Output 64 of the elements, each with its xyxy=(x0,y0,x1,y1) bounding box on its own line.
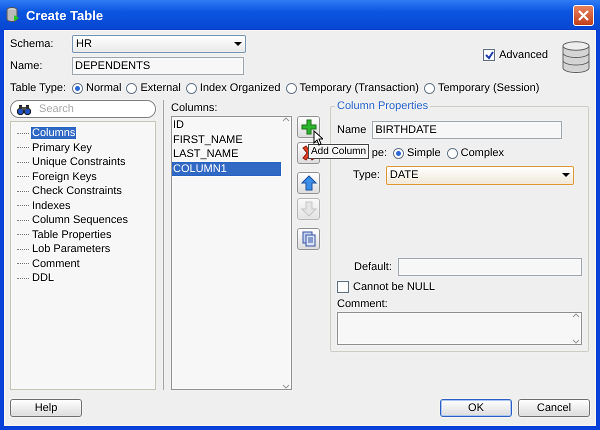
check-icon xyxy=(484,50,494,60)
tree-item[interactable]: Lob Parameters xyxy=(31,243,112,256)
close-button[interactable] xyxy=(573,4,594,26)
close-icon xyxy=(578,10,589,20)
list-item[interactable]: LAST_NAME xyxy=(172,147,281,162)
toolbar-button[interactable] xyxy=(297,172,320,194)
radio-button[interactable]: Index Organized xyxy=(186,82,281,94)
field-label: Table Type: xyxy=(10,82,68,94)
dropdown-arrow-icon xyxy=(234,42,242,46)
field-label: Schema: xyxy=(10,38,54,50)
database-icon xyxy=(562,41,590,74)
column-name-field[interactable]: BIRTHDATE xyxy=(372,121,562,139)
help-button[interactable]: Help xyxy=(10,399,82,417)
radio-button[interactable]: Temporary (Transaction) xyxy=(286,82,419,94)
database-icon xyxy=(6,7,20,23)
cancel-button[interactable]: Cancel xyxy=(518,399,590,417)
list-item[interactable]: ID xyxy=(172,118,281,132)
tree-item[interactable]: DDL xyxy=(31,272,56,284)
field-label: pe: xyxy=(370,147,387,159)
field-label: Type: xyxy=(353,169,380,181)
schema-dropdown[interactable]: HR xyxy=(72,35,246,53)
checkbox-label: Advanced xyxy=(499,49,548,61)
tooltip: Add Column xyxy=(308,144,370,159)
scroll-up-icon xyxy=(572,313,580,318)
tree-item[interactable]: Columns xyxy=(31,127,76,140)
radio-button[interactable]: Simple xyxy=(393,147,441,159)
up-arrow-icon xyxy=(300,175,316,191)
radio-button[interactable]: Normal xyxy=(72,82,122,94)
cursor-icon xyxy=(313,130,323,146)
tree-item[interactable]: Comment xyxy=(31,258,81,270)
scroll-down-icon xyxy=(572,339,580,344)
tree-item[interactable]: Table Properties xyxy=(31,228,112,241)
tree-item[interactable]: Check Constraints xyxy=(31,185,123,198)
comment-field[interactable] xyxy=(337,312,582,345)
type-dropdown[interactable]: DATE xyxy=(386,166,574,184)
checkbox-label: Cannot be NULL xyxy=(353,281,435,293)
down-arrow-icon xyxy=(300,201,316,217)
field-label: Name: xyxy=(10,60,44,72)
tree-item[interactable]: Primary Key xyxy=(31,142,93,154)
checkbox[interactable] xyxy=(483,49,496,61)
window-title: Create Table xyxy=(26,8,104,22)
checkbox[interactable] xyxy=(337,281,349,293)
group-title: Column Properties xyxy=(336,100,430,112)
tree-item[interactable]: Unique Constraints xyxy=(31,156,127,168)
tree-item[interactable]: Foreign Keys xyxy=(31,170,98,183)
tree-item[interactable]: Column Sequences xyxy=(31,214,130,226)
list-item[interactable]: COLUMN1 xyxy=(172,162,281,176)
field-label: Comment: xyxy=(337,298,388,310)
toolbar-button[interactable] xyxy=(297,228,320,250)
radio-button[interactable]: Complex xyxy=(446,147,504,159)
default-field[interactable] xyxy=(398,258,582,276)
ok-button[interactable]: OK xyxy=(440,399,512,417)
list-item[interactable]: FIRST_NAME xyxy=(172,132,281,147)
field-label: Name xyxy=(337,124,366,136)
tree-item[interactable]: Indexes xyxy=(31,200,72,212)
plus-icon xyxy=(300,119,316,135)
radio-button[interactable]: Temporary (Session) xyxy=(424,82,540,94)
name-field[interactable]: DEPENDENTS xyxy=(72,57,244,75)
field-label: Default: xyxy=(354,261,392,273)
list-label: Columns: xyxy=(171,101,218,116)
dropdown-arrow-icon xyxy=(562,173,570,177)
search-field[interactable]: Search xyxy=(10,100,156,118)
radio-button[interactable]: External xyxy=(126,82,181,94)
copy-icon xyxy=(300,231,316,247)
